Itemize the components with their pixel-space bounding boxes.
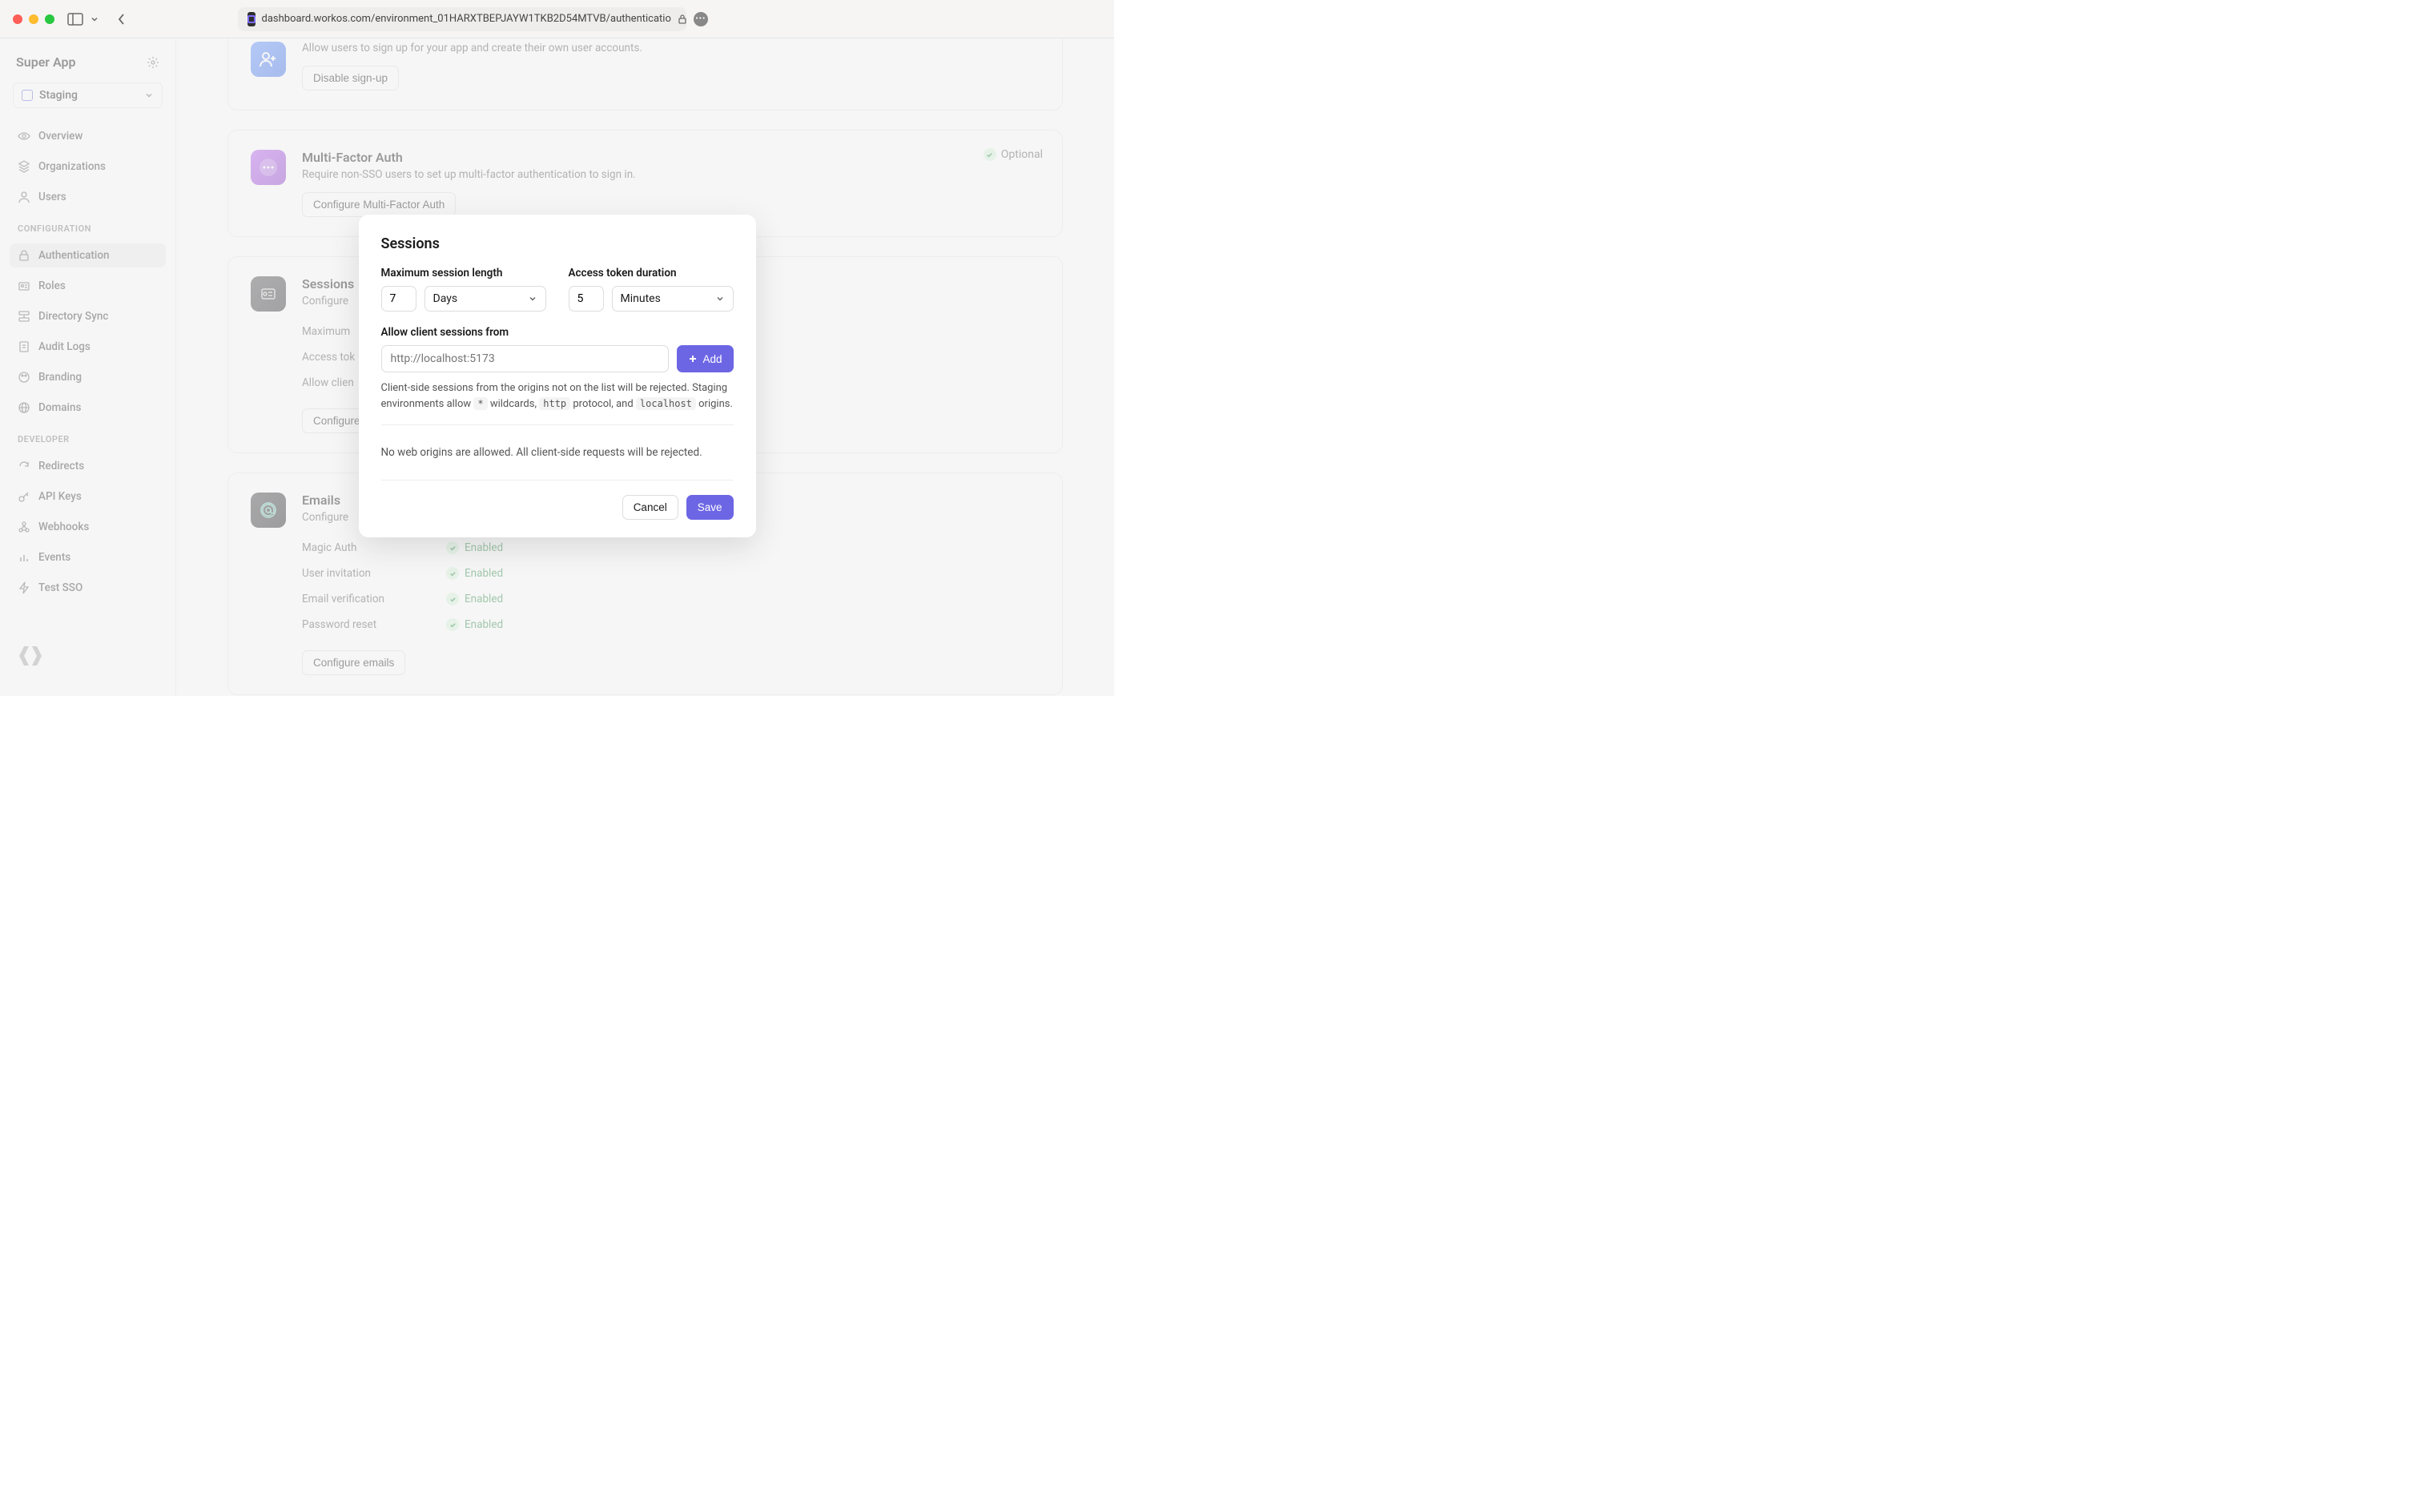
- maximize-window[interactable]: [45, 14, 54, 24]
- access-token-unit-select[interactable]: Minutes: [612, 286, 734, 312]
- origin-input[interactable]: [381, 345, 670, 372]
- lock-icon: [678, 14, 687, 25]
- max-session-unit-select[interactable]: Days: [424, 286, 546, 312]
- chevron-down-icon: [715, 294, 725, 304]
- access-token-label: Access token duration: [569, 267, 734, 279]
- chevron-down-icon[interactable]: [90, 14, 99, 24]
- browser-chrome: dashboard.workos.com/environment_01HARXT…: [0, 0, 1114, 38]
- max-session-label: Maximum session length: [381, 267, 546, 279]
- modal-overlay[interactable]: Sessions Maximum session length Days Acc…: [0, 38, 1114, 696]
- chevron-down-icon: [528, 294, 537, 304]
- empty-origins-message: No web origins are allowed. All client-s…: [381, 436, 734, 468]
- add-origin-button[interactable]: Add: [677, 345, 733, 372]
- access-token-value-input[interactable]: [569, 286, 604, 312]
- site-extension-icon: [247, 12, 255, 26]
- origins-label: Allow client sessions from: [381, 326, 734, 339]
- window-controls: [13, 14, 54, 24]
- divider: [381, 480, 734, 481]
- minimize-window[interactable]: [29, 14, 38, 24]
- divider: [381, 424, 734, 425]
- back-icon[interactable]: [117, 13, 127, 26]
- modal-title: Sessions: [381, 235, 734, 252]
- url-text: dashboard.workos.com/environment_01HARXT…: [262, 13, 671, 25]
- save-button[interactable]: Save: [686, 495, 734, 520]
- cancel-button[interactable]: Cancel: [622, 495, 678, 520]
- url-bar[interactable]: dashboard.workos.com/environment_01HARXT…: [238, 7, 686, 31]
- max-session-value-input[interactable]: [381, 286, 416, 312]
- sidebar-toggle-icon[interactable]: [67, 13, 83, 26]
- plus-icon: [688, 354, 698, 364]
- sessions-modal: Sessions Maximum session length Days Acc…: [359, 215, 756, 537]
- close-window[interactable]: [13, 14, 22, 24]
- origins-helper-text: Client-side sessions from the origins no…: [381, 380, 734, 412]
- page-actions-icon[interactable]: •••: [694, 12, 708, 26]
